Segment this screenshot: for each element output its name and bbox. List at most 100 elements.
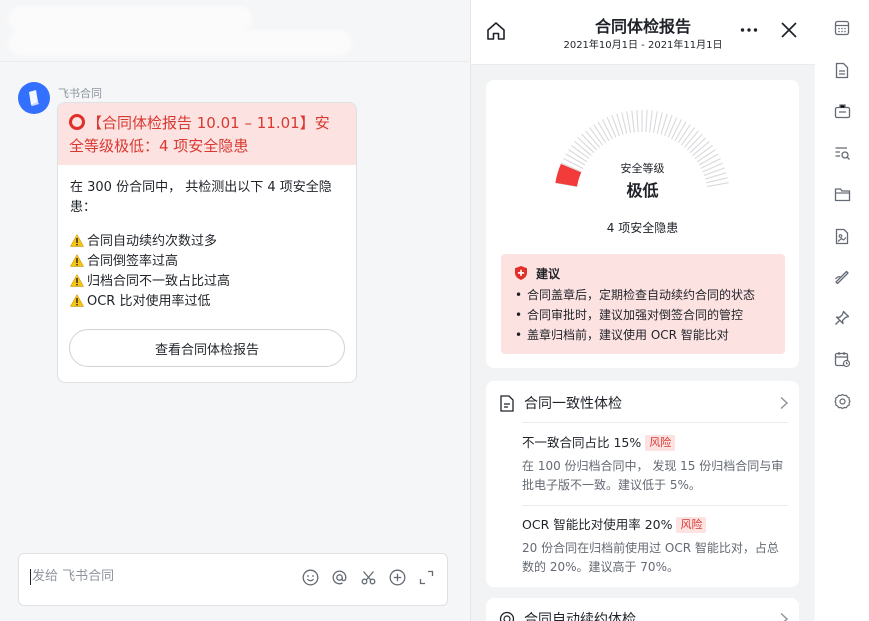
check-item-desc: 在 100 份归档合同中， 发现 15 份归档合同与审批电子版不一致。建议低于 … xyxy=(522,459,784,492)
divider xyxy=(522,422,788,423)
issue-text: 合同倒签率过高 xyxy=(87,254,179,269)
gauge-tick xyxy=(674,121,687,142)
warning-icon xyxy=(70,294,84,307)
panel-date-range: 2021年10月1日 - 2021年11月1日 xyxy=(563,40,723,51)
gauge-tick xyxy=(621,112,628,134)
expand-icon[interactable] xyxy=(417,568,435,586)
chevron-right-icon xyxy=(780,396,789,410)
warning-icon xyxy=(70,234,84,247)
gauge-tick xyxy=(677,124,691,144)
calendar-clock-icon[interactable] xyxy=(832,349,852,369)
view-report-button[interactable]: 查看合同体检报告 xyxy=(69,329,345,367)
message-input[interactable]: 发给 飞书合同 xyxy=(30,569,114,585)
settings-icon[interactable] xyxy=(832,391,852,411)
calculator-icon[interactable] xyxy=(832,18,852,38)
issue-text: OCR 比对使用率过低 xyxy=(87,294,211,309)
advice-item: 合同盖章后，定期检查自动续约合同的状态 xyxy=(515,285,771,305)
issue-item: 归档合同不一致占比过高 xyxy=(70,272,344,292)
gauge-tick xyxy=(636,110,639,133)
advice-header: 建议 xyxy=(515,263,771,283)
advice-box: 建议 合同盖章后，定期检查自动续约合同的状态 合同审批时，建议加强对倒签合同的管… xyxy=(501,254,785,354)
message-composer[interactable]: 发给 飞书合同 xyxy=(18,553,448,606)
security-level-value: 极低 xyxy=(626,181,659,200)
issue-text: 归档合同不一致占比过高 xyxy=(87,274,231,289)
more-icon[interactable] xyxy=(739,20,759,40)
chat-area: 飞书合同 【合同体检报告 10.01 – 11.01】安全等级极低：4 项安全隐… xyxy=(0,0,469,621)
contract-logo-icon xyxy=(29,90,39,106)
card-intro: 在 300 份合同中， 共检测出以下 4 项安全隐患： xyxy=(70,180,332,215)
gauge-tick xyxy=(626,111,632,134)
gauge-tick xyxy=(656,112,663,134)
mention-icon[interactable] xyxy=(330,568,348,586)
search-list-icon[interactable] xyxy=(832,143,852,163)
risk-count: 4 项安全隐患 xyxy=(606,221,679,235)
gauge-tick xyxy=(631,110,635,133)
card-title-text: 【合同体检报告 10.01 – 11.01】安全等级极低：4 项安全隐患 xyxy=(69,114,330,155)
check-item: 不一致合同占比 15% 风险 在 100 份归档合同中， 发现 15 份归档合同与… xyxy=(522,434,788,495)
risk-badge: 风险 xyxy=(645,435,676,451)
image-file-icon[interactable] xyxy=(832,226,852,246)
card-body: 在 300 份合同中， 共检测出以下 4 项安全隐患： 合同自动续约次数过多 合… xyxy=(58,165,356,312)
side-toolbar xyxy=(815,0,869,621)
check-item-title-text: OCR 智能比对使用率 20% xyxy=(522,517,673,532)
warning-icon xyxy=(70,254,84,267)
auto-renewal-check-title: 合同自动续约体检 xyxy=(524,612,636,621)
blurred-header-text xyxy=(8,6,252,32)
security-score-card: 安全等级 极低 4 项安全隐患 建议 合同盖章后，定期检查自动续约合同的状态 合… xyxy=(486,80,799,368)
warning-icon xyxy=(70,274,84,287)
issue-text: 合同自动续约次数过多 xyxy=(87,234,218,249)
report-panel: 合同体检报告 2021年10月1日 - 2021年11月1日 安全等级 极低 4… xyxy=(470,0,815,621)
card-title: 【合同体检报告 10.01 – 11.01】安全等级极低：4 项安全隐患 xyxy=(69,112,344,158)
panel-title: 合同体检报告 xyxy=(594,17,691,36)
emoji-icon[interactable] xyxy=(301,568,319,586)
document-icon[interactable] xyxy=(832,60,852,80)
briefcase-icon[interactable] xyxy=(832,101,852,121)
issue-item: 合同自动续约次数过多 xyxy=(70,232,344,252)
advice-list: 合同盖章后，定期检查自动续约合同的状态 合同审批时，建议加强对倒签合同的管控 盖… xyxy=(515,285,771,345)
panel-header: 合同体检报告 2021年10月1日 - 2021年11月1日 xyxy=(471,0,815,65)
gauge-tick xyxy=(645,110,648,133)
gauge-tick xyxy=(606,116,617,138)
check-item: OCR 智能比对使用率 20% 风险 20 份合同在归档前使用过 OCR 智能比对… xyxy=(522,516,788,577)
sign-icon[interactable] xyxy=(832,266,852,286)
issue-item: OCR 比对使用率过低 xyxy=(70,292,344,312)
gauge-tick xyxy=(597,121,610,142)
folder-icon[interactable] xyxy=(832,184,852,204)
auto-renewal-check-header[interactable]: 合同自动续约体检 xyxy=(499,608,789,621)
gauge-tick xyxy=(649,110,653,133)
consistency-check-card[interactable]: 合同一致性体检 不一致合同占比 15% 风险 在 100 份归档合同中， 发现 1… xyxy=(486,381,799,587)
gauge-tick xyxy=(593,124,607,144)
check-item-title-text: 不一致合同占比 15% xyxy=(522,435,642,450)
document-check-icon xyxy=(500,394,514,412)
divider xyxy=(522,505,788,506)
plus-circle-icon[interactable] xyxy=(388,568,406,586)
advice-item: 合同审批时，建议加强对倒签合同的管控 xyxy=(515,305,771,325)
gauge-tick xyxy=(652,111,658,134)
card-header: 【合同体检报告 10.01 – 11.01】安全等级极低：4 项安全隐患 xyxy=(58,103,356,165)
security-level-label: 安全等级 xyxy=(620,162,665,175)
bot-avatar[interactable] xyxy=(18,82,50,114)
scissors-icon[interactable] xyxy=(359,568,377,586)
check-item-title: 不一致合同占比 15% 风险 xyxy=(522,434,788,452)
shield-icon xyxy=(515,266,527,280)
chat-header xyxy=(0,0,469,62)
close-icon[interactable] xyxy=(779,20,799,40)
chevron-right-icon xyxy=(780,612,789,621)
gauge-tick xyxy=(602,119,613,140)
gauge-tick xyxy=(671,119,682,140)
issue-item: 合同倒签率过高 xyxy=(70,252,344,272)
check-item-title: OCR 智能比对使用率 20% 风险 xyxy=(522,516,788,534)
alert-ring-icon xyxy=(69,114,85,130)
renewal-icon xyxy=(499,611,515,621)
consistency-check-header[interactable]: 合同一致性体检 xyxy=(499,392,789,414)
sender-name: 飞书合同 xyxy=(58,87,102,100)
check-item-desc: 20 份合同在归档前使用过 OCR 智能比对，占总数的 20%。建议高于 70%… xyxy=(522,541,779,574)
report-message-card: 【合同体检报告 10.01 – 11.01】安全等级极低：4 项安全隐患 在 3… xyxy=(57,102,357,383)
advice-title: 建议 xyxy=(536,266,561,281)
auto-renewal-check-card[interactable]: 合同自动续约体检 xyxy=(486,598,799,621)
consistency-check-title: 合同一致性体检 xyxy=(524,396,622,412)
gauge-tick xyxy=(667,116,678,138)
advice-item: 盖章归档前，建议使用 OCR 智能比对 xyxy=(515,325,771,345)
pin-icon[interactable] xyxy=(832,308,852,328)
blurred-header-subtext xyxy=(8,30,352,56)
